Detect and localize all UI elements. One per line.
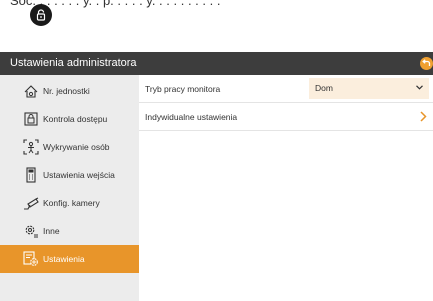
window-titlebar: Ustawienia administratora — [0, 52, 433, 75]
sidebar-item-label: Ustawienia wejścia — [43, 170, 115, 180]
sidebar-item-label: Kontrola dostępu — [43, 114, 108, 124]
chevron-right-icon — [420, 111, 427, 122]
sidebar-item-label: Nr. jednostki — [43, 86, 90, 96]
sidebar-item-camera-config[interactable]: Konfig. kamery — [0, 189, 139, 217]
building-gear-icon — [22, 82, 40, 100]
row-label: Indywidualne ustawienia — [145, 111, 238, 122]
sidebar-item-other[interactable]: Inne — [0, 217, 139, 245]
settings-icon — [22, 250, 40, 268]
admin-settings-window: Ustawienia administratora Nr. jednostki — [0, 52, 433, 301]
camera-icon — [22, 194, 40, 212]
window-title: Ustawienia administratora — [10, 57, 137, 69]
sidebar: Nr. jednostki Kontrola dostępu Wykrywani… — [0, 75, 139, 301]
sidebar-item-label: Ustawienia — [43, 254, 85, 264]
select-value: Dom — [315, 83, 333, 93]
sidebar-item-settings[interactable]: Ustawienia — [0, 245, 139, 273]
keypad-icon — [22, 166, 40, 184]
back-button[interactable] — [420, 57, 433, 70]
individual-settings-row[interactable]: Indywidualne ustawienia — [139, 103, 433, 131]
unlock-icon[interactable] — [30, 4, 52, 26]
sidebar-item-label: Wykrywanie osób — [43, 142, 110, 152]
sidebar-item-input-settings[interactable]: Ustawienia wejścia — [0, 161, 139, 189]
gear-icon — [22, 222, 40, 240]
sidebar-item-access-control[interactable]: Kontrola dostępu — [0, 105, 139, 133]
person-detect-icon — [22, 138, 40, 156]
sidebar-item-unit-number[interactable]: Nr. jednostki — [0, 77, 139, 105]
sidebar-item-person-detection[interactable]: Wykrywanie osób — [0, 133, 139, 161]
back-arrow-icon — [422, 59, 431, 66]
sidebar-item-label: Inne — [43, 226, 60, 236]
chevron-down-icon — [416, 85, 423, 90]
monitor-mode-select[interactable]: Dom — [309, 78, 429, 99]
monitor-mode-row: Tryb pracy monitora Dom — [139, 75, 433, 103]
settings-content: Tryb pracy monitora Dom Indywidualne ust… — [139, 75, 433, 301]
lock-icon — [22, 110, 40, 128]
sidebar-item-label: Konfig. kamery — [43, 198, 100, 208]
row-label: Tryb pracy monitora — [145, 83, 221, 94]
